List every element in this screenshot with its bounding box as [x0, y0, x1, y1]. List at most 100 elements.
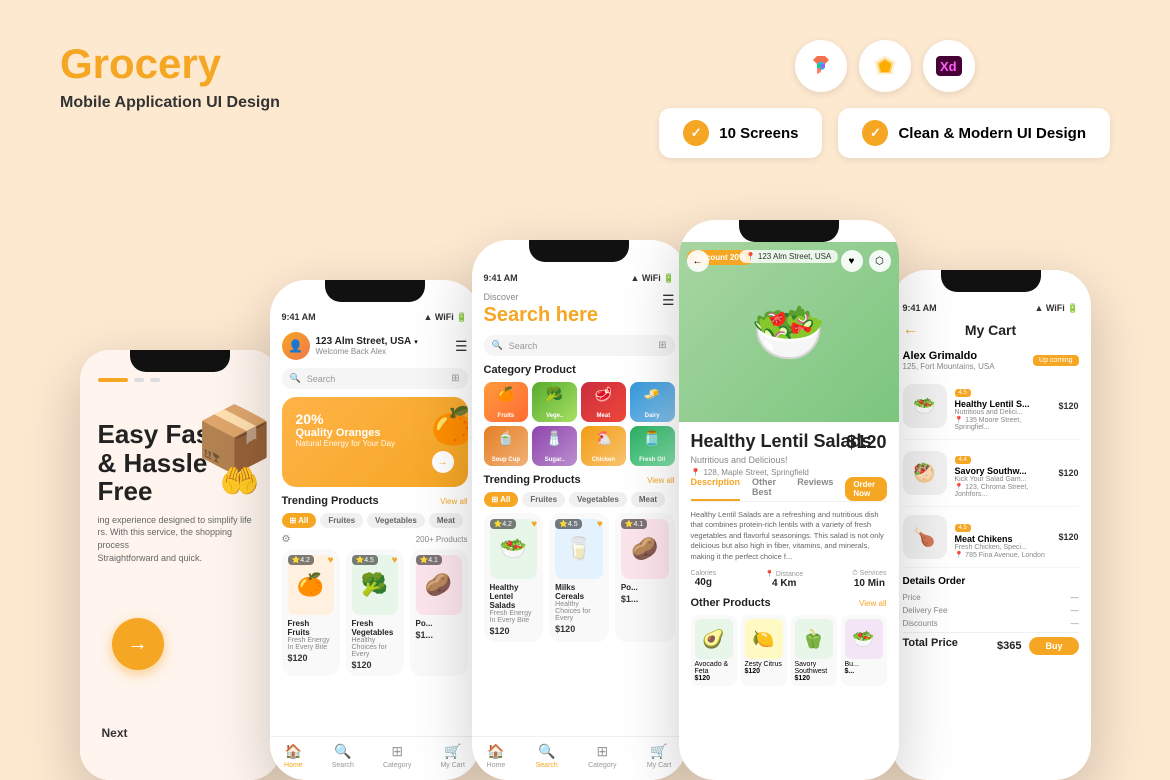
nav-category-2[interactable]: ⊞ Category: [383, 743, 411, 774]
view-all-3[interactable]: View all: [647, 476, 674, 485]
chip-veg[interactable]: Vegetables: [367, 513, 425, 528]
product-card-milk[interactable]: 🥛 ⭐4.5 ♥ Milks Cereals Healthy Choices f…: [549, 513, 609, 642]
cat-sugar[interactable]: 🧂 Sugar..: [532, 426, 577, 466]
cat-vegetables[interactable]: 🥦 Vege..: [532, 382, 577, 422]
order-now-btn[interactable]: Order Now: [845, 477, 886, 501]
extra-img: 🥗: [845, 619, 883, 659]
cat-fruits[interactable]: 🍊 Fruits: [484, 382, 529, 422]
other-product-avocado[interactable]: 🥑 Avocado & Feta $120: [691, 615, 737, 686]
cart-header: ← My Cart: [903, 322, 1079, 338]
nav-search-3[interactable]: 🔍 Search: [536, 743, 558, 774]
back-button-4[interactable]: ←: [687, 250, 709, 272]
tab-reviews[interactable]: Reviews: [797, 477, 833, 501]
chicken-emoji: 🐔: [595, 430, 612, 447]
heart-milk[interactable]: ♥: [597, 519, 603, 530]
product-card-fruits[interactable]: 🍊 ⭐4.2 ♥ Fresh Fruits Fresh Energy In Ev…: [282, 549, 340, 676]
cart-user-info: Alex Grimaldo 125, Fort Mountains, USA: [903, 350, 995, 371]
services-value: 10 Min: [852, 578, 886, 589]
svg-text:Xd: Xd: [940, 59, 957, 74]
detail-discount-row: Discounts —: [903, 619, 1079, 628]
product-card-veg[interactable]: 🥦 ⭐4.5 ♥ Fresh Vegetables Healthy Choice…: [346, 549, 404, 676]
price-value: —: [1071, 593, 1079, 602]
total-value: $365: [997, 640, 1021, 652]
user-info: 👤 123 Alm Street, USA ▾ Welcome Back Ale…: [282, 332, 418, 360]
filter-icon-2[interactable]: ⊞: [451, 373, 459, 384]
product-card-extra[interactable]: 🥔 ⭐4.1 Po... $1...: [615, 513, 675, 642]
phone-notch-5: [941, 270, 1041, 292]
chip-veg-3[interactable]: Vegetables: [569, 492, 627, 507]
cart-item-price-2: $120: [1058, 468, 1078, 478]
cat-soup-label: Soup Cup: [492, 457, 520, 463]
other-product-extra[interactable]: 🥗 Bu... $...: [841, 615, 887, 686]
cart-item-badge-2: 4.4: [955, 456, 971, 464]
nav-home-label-3: Home: [487, 762, 506, 769]
cat-fresh[interactable]: 🫙 Fresh Oil: [630, 426, 675, 466]
other-product-citrus[interactable]: 🍋 Zesty Citrus $120: [741, 615, 787, 686]
other-products-title: Other Products: [691, 597, 771, 609]
next-arrow[interactable]: →: [112, 618, 164, 670]
menu-icon[interactable]: ☰: [455, 338, 468, 355]
cat-soup[interactable]: 🍵 Soup Cup: [484, 426, 529, 466]
nav-home-3[interactable]: 🏠 Home: [487, 743, 506, 774]
chip-fruits-3[interactable]: Fruites: [522, 492, 565, 507]
search-placeholder-3: Search: [509, 341, 538, 351]
status-icons-3: ▲ WiFi 🔋: [630, 273, 674, 284]
heart-veg[interactable]: ♥: [392, 555, 398, 566]
view-all-2[interactable]: View all: [440, 497, 467, 506]
other-product-southwest[interactable]: 🫑 Savory Southwest $120: [791, 615, 837, 686]
extra-name: Bu...: [845, 661, 883, 668]
details-order: Details Order Price — Delivery Fee — Dis…: [903, 576, 1079, 655]
brand-section: Grocery Mobile Application UI Design: [60, 40, 280, 112]
heart-fruits[interactable]: ♥: [328, 555, 334, 566]
sugar-emoji: 🧂: [546, 430, 563, 447]
filter-settings-icon[interactable]: ⚙: [282, 534, 291, 545]
stat-calories: Calories 40g: [691, 570, 717, 589]
cat-chicken[interactable]: 🐔 Chicken: [581, 426, 626, 466]
chip-all[interactable]: ⊞ All: [282, 513, 317, 528]
nav-home-2[interactable]: 🏠 Home: [284, 743, 303, 774]
feature-badges: ✓ 10 Screens ✓ Clean & Modern UI Design: [659, 108, 1110, 158]
cart-item-name-1: Healthy Lentil S...: [955, 399, 1051, 409]
chip-fruits[interactable]: Fruites: [320, 513, 363, 528]
tab-other-best[interactable]: Other Best: [752, 477, 785, 501]
chip-meat[interactable]: Meat: [429, 513, 463, 528]
order-button[interactable]: Order Now: [845, 477, 886, 501]
rating-salad: ⭐4.2: [490, 519, 516, 529]
banner-arrow[interactable]: →: [432, 451, 454, 473]
view-all-4[interactable]: View all: [859, 599, 886, 608]
phone-detail: 🥗 Discount 20% ← ♥ ⬡ 📍 123 Alm Street, U…: [679, 220, 899, 780]
cart-item-badge-1: 4.5: [955, 389, 971, 397]
cart-back-arrow[interactable]: ←: [903, 321, 919, 339]
chip-all-3[interactable]: ⊞ All: [484, 492, 519, 507]
heart-salad[interactable]: ♥: [531, 519, 537, 530]
citrus-img: 🍋: [745, 619, 783, 659]
search-bar-3[interactable]: 🔍 Search ⊞: [484, 335, 675, 356]
cat-dairy[interactable]: 🧈 Dairy: [630, 382, 675, 422]
cart-item-3: 🍗 4.5 Meat Chikens Fresh Chicken, Speci.…: [903, 515, 1079, 568]
trending-section-header: Trending Products View all: [282, 495, 468, 507]
nav-search-2[interactable]: 🔍 Search: [332, 743, 354, 774]
chip-meat-3[interactable]: Meat: [631, 492, 665, 507]
phone-hero: Easy Fast& HassleFree ing experience des…: [80, 350, 280, 780]
products-row-3: 🥗 ⭐4.2 ♥ Healthy Lentel Salads Fresh Ene…: [484, 513, 675, 642]
rating-veg: ⭐4.5: [352, 555, 378, 565]
heart-icon-4[interactable]: ♥: [841, 250, 863, 272]
share-icon-4[interactable]: ⬡: [869, 250, 891, 272]
product-card-salad[interactable]: 🥗 ⭐4.2 ♥ Healthy Lentel Salads Fresh Ene…: [484, 513, 544, 642]
filter-icon-3[interactable]: ⊞: [658, 340, 666, 351]
product-hero-image: 🥗 Discount 20% ← ♥ ⬡ 📍 123 Alm Street, U…: [679, 242, 899, 422]
menu-icon-3[interactable]: ☰: [662, 292, 675, 309]
meat-emoji: 🥩: [595, 386, 612, 403]
cart-item-1: 🥗 4.5 Healthy Lentil S... Nutritious and…: [903, 381, 1079, 440]
discover-title: Search here: [484, 304, 599, 327]
nav-cart-3[interactable]: 🛒 My Cart: [647, 743, 672, 774]
nav-cart-2[interactable]: 🛒 My Cart: [440, 743, 465, 774]
search-bar-2[interactable]: 🔍 Search ⊞: [282, 368, 468, 389]
product-card-potato[interactable]: 🥔 ⭐4.1 Po... $1...: [410, 549, 468, 676]
buy-button[interactable]: Buy: [1029, 637, 1078, 655]
nav-category-3[interactable]: ⊞ Category: [588, 743, 616, 774]
user-header: 👤 123 Alm Street, USA ▾ Welcome Back Ale…: [282, 332, 468, 360]
tab-description[interactable]: Description: [691, 477, 741, 501]
cat-meat[interactable]: 🥩 Meat: [581, 382, 626, 422]
brand-subtitle: Mobile Application UI Design: [60, 94, 280, 112]
